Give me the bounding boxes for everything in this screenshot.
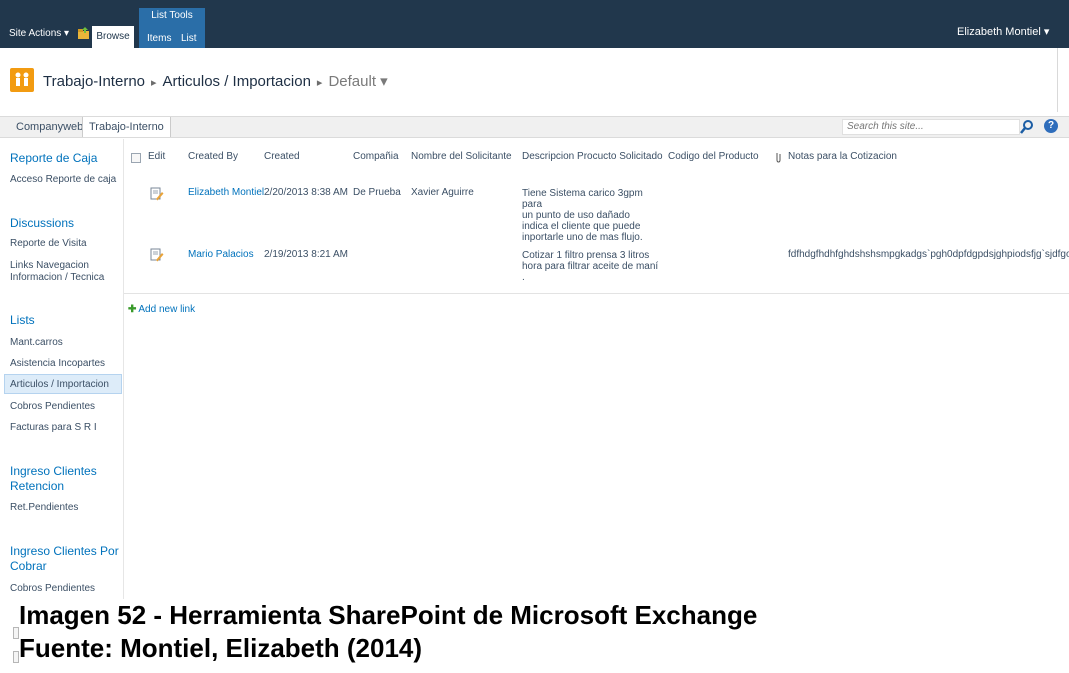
ql-item-articulos-importacion[interactable]: Articulos / Importacion [10, 379, 109, 391]
column-header-codigo[interactable]: Codigo del Producto [668, 151, 759, 162]
breadcrumb-list-link[interactable]: Articulos / Importacion [163, 73, 311, 90]
ql-heading-lists[interactable]: Lists [10, 313, 35, 328]
description-line: . [522, 272, 525, 283]
tab-browse[interactable]: Browse [92, 26, 134, 48]
divider [124, 293, 1069, 294]
row-1-descripcion: Tiene Sistema carico 3gpm para un punto … [522, 188, 664, 243]
ql-heading-reporte-de-caja[interactable]: Reporte de Caja [10, 151, 97, 166]
ql-item-cobros-pendientes[interactable]: Cobros Pendientes [10, 401, 95, 413]
people-logo-icon[interactable] [10, 68, 34, 92]
ribbon-bar: List Tools Site Actions ▾ Browse Items L… [0, 0, 1069, 48]
paperclip-icon [776, 153, 781, 163]
list-view: Edit Created By Created Compañia Nombre … [124, 139, 1069, 599]
ql-item-mant-carros[interactable]: Mant.carros [10, 337, 63, 349]
ql-item-asistencia-incopartes[interactable]: Asistencia Incopartes [10, 358, 105, 370]
ql-item-facturas-sri[interactable]: Facturas para S R I [10, 422, 97, 434]
caption-line-1: Imagen 52 - Herramienta SharePoint de Mi… [19, 600, 758, 630]
row-2-created: 2/19/2013 8:21 AM [264, 249, 348, 260]
column-header-created-by[interactable]: Created By [188, 151, 238, 162]
ql-heading-ingreso-por-cobrar[interactable]: Ingreso Clientes Por Cobrar [10, 544, 120, 574]
ql-item-cobros-pendientes-2[interactable]: Cobros Pendientes [10, 583, 95, 595]
select-all-checkbox[interactable] [131, 153, 141, 163]
ql-heading-discussions[interactable]: Discussions [10, 216, 74, 231]
help-icon[interactable]: ? [1044, 119, 1058, 133]
description-line: indica el cliente que puede [522, 221, 641, 232]
list-tools-label: List Tools [151, 10, 193, 21]
edit-document-icon[interactable] [150, 187, 164, 201]
breadcrumb-separator-icon: ▸ [151, 77, 157, 89]
row-1-created-by[interactable]: Elizabeth Montiel [188, 187, 264, 198]
navigate-up-folder-icon[interactable] [77, 26, 90, 40]
row-2-descripcion: Cotizar 1 filtro prensa 3 litros hora pa… [522, 250, 664, 283]
title-area: Trabajo-Interno ▸ Articulos / Importacion ▸… [0, 48, 1069, 114]
search-icon[interactable] [1018, 118, 1036, 136]
row-2-notas: fdfhdgfhdhfghdshshsmpgkadgs`pgh0dpfdgpds… [788, 249, 1069, 260]
row-1-compania: De Prueba [353, 187, 401, 198]
breadcrumb: Trabajo-Interno ▸ Articulos / Importacion ▸… [43, 72, 388, 90]
description-line: inportarle uno de mas flujo. [522, 232, 643, 243]
column-header-descripcion[interactable]: Descripcion Procucto Solicitado [522, 151, 663, 162]
column-header-edit[interactable]: Edit [148, 151, 165, 162]
plus-icon: ✚ [128, 304, 137, 315]
description-line: hora para filtrar aceite de maní [522, 261, 659, 272]
column-header-solicitante[interactable]: Nombre del Solicitante [411, 151, 512, 162]
topnav-item-trabajo-interno[interactable]: Trabajo-Interno [82, 117, 171, 137]
tab-list[interactable]: List [181, 33, 197, 44]
divider [1057, 48, 1058, 112]
ql-heading-ingreso-retencion[interactable]: Ingreso Clientes Retencion [10, 464, 120, 494]
user-menu[interactable]: Elizabeth Montiel ▾ [957, 25, 1049, 38]
ql-item-acceso-reporte[interactable]: Acceso Reporte de caja [10, 174, 116, 186]
top-navigation: Companyweb Trabajo-Interno Search this s… [0, 116, 1069, 138]
figure-caption: Imagen 52 - Herramienta SharePoint de Mi… [19, 599, 757, 665]
breadcrumb-site-link[interactable]: Trabajo-Interno [43, 73, 145, 90]
breadcrumb-separator-icon: ▸ [316, 77, 323, 89]
topnav-item-companyweb[interactable]: Companyweb [10, 117, 89, 137]
view-selector[interactable]: Default ▾ [328, 73, 387, 90]
ql-item-links-navegacion[interactable]: Links Navegacion Informacion / Tecnica [10, 260, 120, 284]
search-input[interactable]: Search this site... [842, 119, 1020, 135]
tab-items[interactable]: Items [147, 33, 171, 44]
add-new-link-label: Add new link [138, 304, 196, 315]
description-line: un punto de uso dañado [522, 210, 630, 221]
ql-item-ret-pendientes[interactable]: Ret.Pendientes [10, 502, 78, 514]
description-line: Tiene Sistema carico 3gpm para [522, 188, 643, 210]
quick-launch: Reporte de Caja Acceso Reporte de caja D… [0, 139, 124, 599]
column-header-compania[interactable]: Compañia [353, 151, 399, 162]
row-1-solicitante: Xavier Aguirre [411, 187, 474, 198]
edit-document-icon[interactable] [150, 248, 164, 262]
description-line: Cotizar 1 filtro prensa 3 litros [522, 250, 650, 261]
ql-item-reporte-de-visita[interactable]: Reporte de Visita [10, 238, 87, 250]
row-2-created-by[interactable]: Mario Palacios [188, 249, 254, 260]
site-actions-menu[interactable]: Site Actions ▾ [9, 28, 69, 39]
column-header-created[interactable]: Created [264, 151, 300, 162]
column-header-notas[interactable]: Notas para la Cotizacion [788, 151, 897, 162]
caption-line-2: Fuente: Montiel, Elizabeth (2014) [19, 633, 423, 663]
row-1-created: 2/20/2013 8:38 AM [264, 187, 348, 198]
add-new-link[interactable]: ✚ Add new link [128, 304, 195, 315]
